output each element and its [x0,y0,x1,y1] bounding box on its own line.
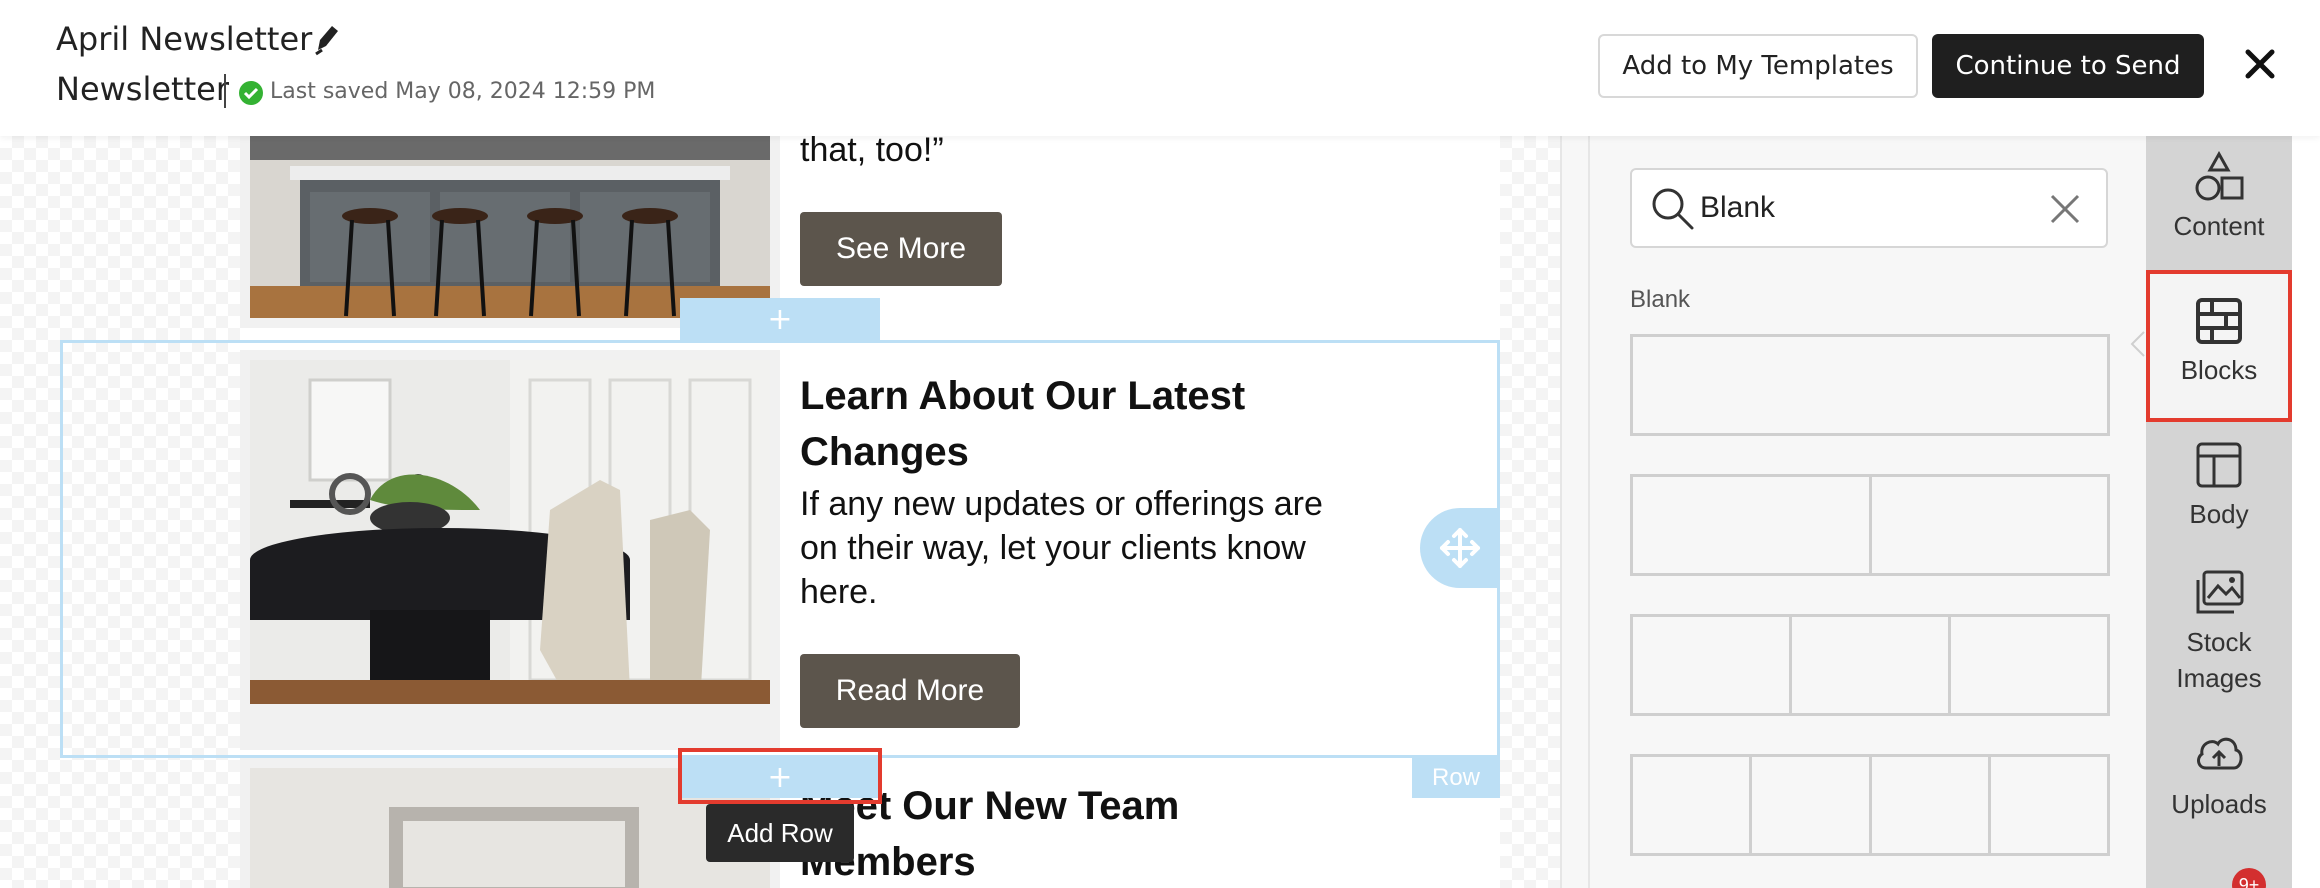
plus-icon: + [767,301,793,337]
see-more-button[interactable]: See More [800,212,1002,286]
block-four-columns[interactable] [1630,754,2110,856]
nav-stock-images[interactable]: Stock Images [2146,566,2292,696]
block-cell [1633,757,1753,853]
kitchen-image[interactable] [250,136,770,318]
add-row-button-top[interactable]: + [680,298,880,340]
document-type: Newsletter [56,70,229,108]
block-cell [1633,617,1792,713]
document-title[interactable]: April Newsletter [56,20,312,58]
block-cell [1872,477,2108,573]
row-label: Row [1412,758,1500,798]
layout-icon [2196,442,2242,488]
add-to-templates-button[interactable]: Add to My Templates [1598,34,1918,98]
dining-room-image[interactable] [250,360,770,704]
blocks-icon [2196,298,2242,344]
clear-search-icon[interactable] [2048,192,2082,226]
block-one-column[interactable] [1630,334,2110,436]
nav-blocks[interactable]: Blocks [2146,294,2292,388]
check-circle-icon [239,81,263,105]
nav-uploads-label: Uploads [2171,789,2267,819]
last-saved-status: Last saved May 08, 2024 12:59 PM [270,79,656,104]
nav-uploads[interactable]: Uploads [2146,728,2292,822]
nav-content[interactable]: Content [2146,150,2292,244]
block-search-input[interactable] [1700,188,2020,228]
move-row-handle[interactable] [1420,508,1500,588]
editor-header: April Newsletter Newsletter Last saved M… [0,0,2320,136]
add-row-highlight [678,748,882,804]
read-more-button[interactable]: Read More [800,654,1020,728]
add-row-tooltip: Add Row [706,804,854,862]
block-cell [1752,757,1872,853]
header-divider [224,74,226,108]
panel-divider [1588,136,1590,888]
nav-stock-images-label: Stock Images [2176,627,2262,693]
block-cell [1792,617,1951,713]
search-icon [1652,188,1694,230]
edit-pencil-icon[interactable] [312,22,340,56]
blank-section-label: Blank [1630,286,1691,313]
nav-content-label: Content [2173,211,2265,241]
move-icon [1440,528,1480,568]
block-three-columns[interactable] [1630,614,2110,716]
row2-body-text[interactable]: If any new updates or offerings are on t… [800,482,1340,614]
nav-body-label: Body [2189,499,2249,529]
nav-body[interactable]: Body [2146,438,2292,532]
images-icon [2196,570,2244,614]
block-cell [1633,477,1872,573]
row2-heading[interactable]: Learn About Our Latest Changes [800,368,1320,480]
block-two-columns[interactable] [1630,474,2110,576]
continue-to-send-button[interactable]: Continue to Send [1932,34,2204,98]
block-cell [1633,337,2107,433]
close-icon[interactable] [2240,44,2280,84]
block-cell [1872,757,1991,853]
nav-blocks-label: Blocks [2180,355,2258,385]
panel-caret-icon [2130,331,2145,357]
block-cell [1951,617,2107,713]
shapes-icon [2195,150,2244,201]
cloud-upload-icon [2197,737,2243,770]
block-cell [1991,757,2107,853]
